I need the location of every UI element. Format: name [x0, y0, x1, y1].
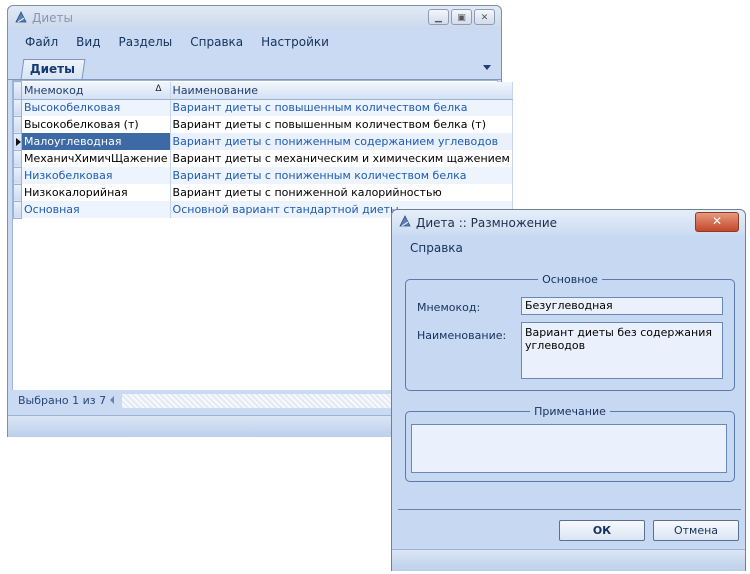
table-row[interactable]: Низкобелковая Вариант диеты с пониженным… [13, 166, 513, 185]
diet-copy-dialog: Диета :: Размножение ✕ Справка Основное … [391, 209, 746, 571]
header-row-selector[interactable] [13, 81, 22, 100]
name-label: Наименование: [417, 329, 507, 342]
tab-diets-label: Диеты [30, 62, 76, 76]
row-selector[interactable] [13, 149, 22, 168]
dialog-app-icon [399, 215, 411, 227]
minimize-button[interactable]: ▁ [428, 9, 449, 25]
table-row[interactable]: Высокобелковая (т) Вариант диеты с повыш… [13, 115, 513, 134]
table-row-selected[interactable]: Малоуглеводная Вариант диеты с пониженны… [13, 132, 513, 151]
app-icon [15, 11, 27, 23]
name-field[interactable]: Вариант диеты без содержания углеводов [521, 322, 723, 379]
note-group-title: Примечание [534, 405, 606, 418]
cell-mnemocode[interactable]: Основная [21, 201, 171, 218]
cell-name[interactable]: Вариант диеты с повышенным количеством б… [170, 99, 513, 116]
column-header-mnemocode-label: Мнемокод [24, 83, 84, 97]
close-icon: ✕ [711, 214, 723, 228]
table-row[interactable]: Низкокалорийная Вариант диеты с пониженн… [13, 183, 513, 202]
mnemocode-field[interactable]: Безуглеводная [521, 297, 723, 315]
cell-mnemocode[interactable]: Малоуглеводная [21, 133, 171, 150]
row-selector[interactable] [13, 98, 22, 117]
note-field[interactable] [411, 424, 727, 473]
scroll-left-icon[interactable] [110, 396, 114, 404]
cell-mnemocode[interactable]: Низкокалорийная [21, 184, 171, 201]
column-header-name-label: Наименование [172, 83, 259, 97]
dialog-close-button[interactable]: ✕ [695, 212, 739, 232]
menu-view[interactable]: Вид [67, 35, 109, 49]
cell-name[interactable]: Вариант диеты с пониженным содержанием у… [170, 133, 513, 150]
menu-settings[interactable]: Настройки [252, 35, 338, 49]
menu-file[interactable]: Файл [16, 35, 67, 49]
row-selector-current[interactable] [13, 132, 22, 151]
tab-diets[interactable]: Диеты [20, 59, 86, 79]
menu-help[interactable]: Справка [181, 35, 252, 49]
dialog-divider [398, 509, 741, 510]
cell-mnemocode[interactable]: Высокобелковая (т) [21, 116, 171, 133]
column-header-name[interactable]: Наименование [170, 81, 513, 100]
selection-count: Выбрано 1 из 7 [18, 394, 107, 407]
cell-name[interactable]: Вариант диеты с пониженной калорийностью [170, 184, 513, 201]
dialog-title: Диета :: Размножение [416, 216, 558, 230]
sort-ascending-icon: Δ [155, 83, 162, 94]
cell-mnemocode[interactable]: Низкобелковая [21, 167, 171, 184]
main-titlebar[interactable]: Диеты ▁ ▣ ✕ [8, 6, 501, 29]
menu-sections[interactable]: Разделы [109, 35, 181, 49]
dialog-titlebar[interactable]: Диета :: Размножение ✕ [392, 210, 745, 235]
main-group-title: Основное [542, 273, 598, 286]
tab-dropdown-icon[interactable] [483, 65, 491, 70]
dialog-menu-help[interactable]: Справка [410, 241, 463, 255]
cell-name[interactable]: Вариант диеты с пониженным количеством б… [170, 167, 513, 184]
cell-name[interactable]: Вариант диеты с механическим и химически… [170, 150, 513, 167]
row-selector[interactable] [13, 115, 22, 134]
table-row[interactable]: Высокобелковая Вариант диеты с повышенны… [13, 98, 513, 117]
cell-mnemocode[interactable]: Высокобелковая [21, 99, 171, 116]
main-window-title: Диеты [32, 11, 74, 25]
main-menubar: Файл Вид Разделы Справка Настройки [8, 29, 501, 55]
tab-strip: Диеты [8, 57, 501, 80]
mnemocode-label: Мнемокод: [417, 301, 481, 314]
cancel-button[interactable]: Отмена [653, 520, 739, 541]
row-selector[interactable] [13, 183, 22, 202]
column-header-mnemocode[interactable]: Мнемокод Δ [21, 81, 171, 100]
cell-name[interactable]: Вариант диеты с повышенным количеством б… [170, 116, 513, 133]
table-row[interactable]: МеханичХимичЩажение Вариант диеты с меха… [13, 149, 513, 168]
current-row-arrow-icon [16, 137, 21, 146]
row-selector[interactable] [13, 200, 22, 219]
maximize-button[interactable]: ▣ [451, 9, 472, 25]
close-icon[interactable]: ✕ [474, 9, 495, 25]
cell-mnemocode[interactable]: МеханичХимичЩажение [21, 150, 171, 167]
ok-button[interactable]: ОК [559, 520, 645, 541]
grid-header-row: Мнемокод Δ Наименование [13, 81, 513, 100]
row-selector[interactable] [13, 166, 22, 185]
dialog-status-bar [392, 549, 745, 571]
